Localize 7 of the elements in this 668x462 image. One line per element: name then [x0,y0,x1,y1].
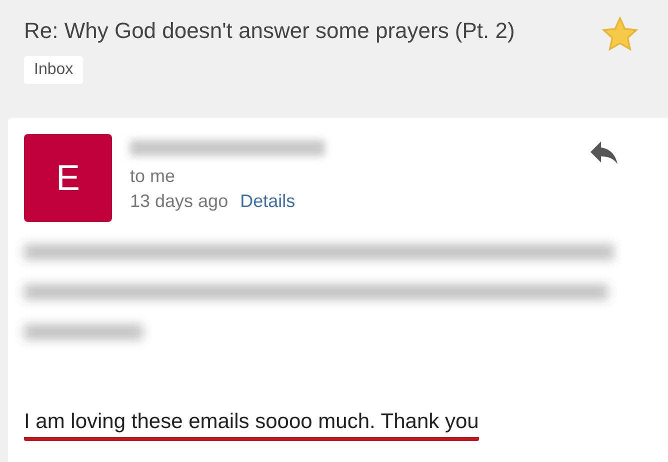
time-text: 13 days ago [130,191,228,212]
inbox-label[interactable]: Inbox [24,56,84,84]
email-subject: Re: Why God doesn't answer some prayers (Pt. 2) [24,18,515,44]
sender-avatar: E [24,134,112,222]
details-link[interactable]: Details [240,191,296,212]
message-text: I am loving these emails soooo much. Thank you [24,410,479,441]
recipient-text: to me [130,166,176,187]
